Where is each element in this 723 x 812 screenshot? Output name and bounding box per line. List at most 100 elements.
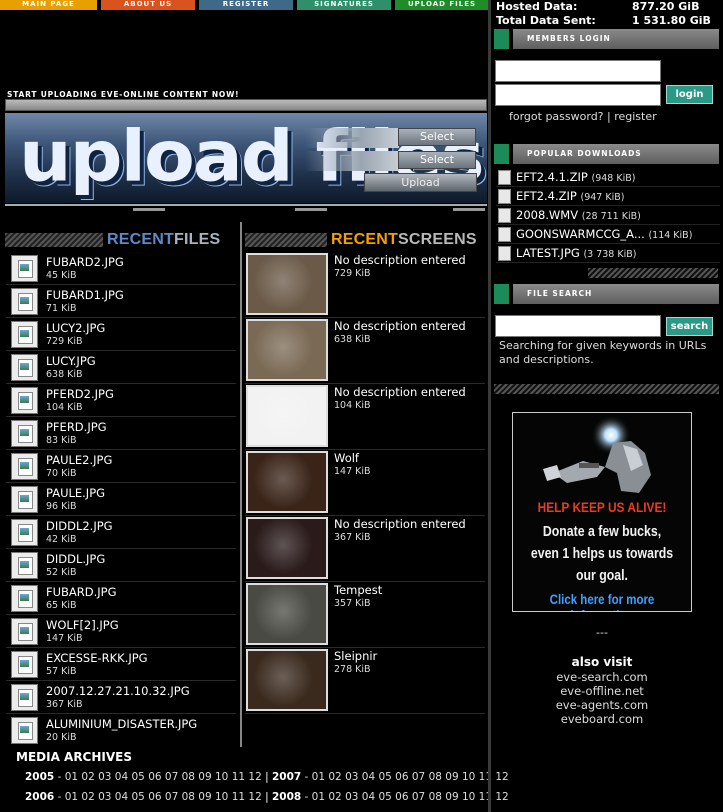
screen-description[interactable]: Tempest — [334, 583, 382, 597]
file-name[interactable]: ALUMINIUM_DISASTER.JPG — [46, 717, 197, 731]
download-name[interactable]: EFT2.4.ZIP — [516, 189, 577, 203]
upload-button[interactable]: Upload — [364, 173, 477, 192]
file-row[interactable]: FUBARD.JPG 65 KiB — [6, 582, 236, 615]
search-input[interactable] — [495, 315, 661, 337]
donate-banner[interactable]: HELP KEEP US ALIVE! Donate a few bucks, … — [512, 412, 692, 612]
login-button[interactable]: login — [666, 85, 713, 104]
download-row[interactable]: EFT2.4.ZIP (947 KiB) — [496, 187, 720, 206]
archive-months[interactable]: - 01 02 03 04 05 06 07 08 09 10 11 12 — [58, 771, 262, 783]
link-eve-search[interactable]: eve-search.com — [492, 670, 712, 684]
archive-months[interactable]: - 01 02 03 04 05 06 07 08 09 10 11 12 — [305, 771, 509, 783]
link-eve-offline[interactable]: eve-offline.net — [492, 684, 712, 698]
sidebar: Hosted Data: 877.20 GiB Total Data Sent:… — [492, 0, 723, 812]
link-eve-agents[interactable]: eve-agents.com — [492, 698, 712, 712]
file-row[interactable]: PAULE.JPG 96 KiB — [6, 483, 236, 516]
file-name[interactable]: 2007.12.27.21.10.32.JPG — [46, 684, 190, 698]
file-row[interactable]: FUBARD2.JPG 45 KiB — [6, 252, 236, 285]
download-link[interactable]: LATEST.JPG (3 738 KiB) — [516, 246, 636, 260]
download-link[interactable]: GOONSWARMCCG_A... (114 KiB) — [516, 227, 692, 241]
download-name[interactable]: LATEST.JPG — [516, 246, 580, 260]
file-row[interactable]: LUCY2.JPG 729 KiB — [6, 318, 236, 351]
file-name[interactable]: LUCY.JPG — [46, 354, 96, 368]
screenshot-thumbnail[interactable] — [246, 253, 328, 315]
archive-year-2008[interactable]: 2008 — [272, 791, 301, 803]
download-link[interactable]: 2008.WMV (28 711 KiB) — [516, 208, 641, 222]
file-row[interactable]: PFERD.JPG 83 KiB — [6, 417, 236, 450]
file-name[interactable]: WOLF[2].JPG — [46, 618, 119, 632]
screen-description[interactable]: No description entered — [334, 517, 466, 531]
screen-row[interactable]: Wolf 147 KiB — [245, 450, 485, 516]
file-name[interactable]: FUBARD.JPG — [46, 585, 117, 599]
file-name[interactable]: EXCESSE-RKK.JPG — [46, 651, 148, 665]
download-link[interactable]: EFT2.4.ZIP (947 KiB) — [516, 189, 624, 203]
file-path-field-1[interactable] — [305, 128, 399, 148]
link-eveboard[interactable]: eveboard.com — [492, 712, 712, 726]
screen-row[interactable]: No description entered 729 KiB — [245, 252, 485, 318]
image-file-icon — [11, 420, 38, 447]
file-row[interactable]: 2007.12.27.21.10.32.JPG 367 KiB — [6, 681, 236, 714]
file-row[interactable]: LUCY.JPG 638 KiB — [6, 351, 236, 384]
download-name[interactable]: 2008.WMV — [516, 208, 578, 222]
screenshot-thumbnail[interactable] — [246, 451, 328, 513]
file-row[interactable]: DIDDL2.JPG 42 KiB — [6, 516, 236, 549]
forgot-password-link[interactable]: forgot password? — [509, 110, 604, 123]
donate-more-info-link[interactable]: Click here for more information — [529, 591, 675, 611]
archive-year-2005[interactable]: 2005 — [25, 771, 54, 783]
screenshot-thumbnail[interactable] — [246, 319, 328, 381]
screenshot-thumbnail[interactable] — [246, 385, 328, 447]
file-name[interactable]: DIDDL2.JPG — [46, 519, 113, 533]
screen-description[interactable]: No description entered — [334, 319, 466, 333]
select-button-2[interactable]: Select — [398, 151, 476, 169]
archive-months[interactable]: - 01 02 03 04 05 06 07 08 09 10 11 12 — [58, 791, 262, 803]
archive-year-2006[interactable]: 2006 — [25, 791, 54, 803]
file-row[interactable]: PFERD2.JPG 104 KiB — [6, 384, 236, 417]
tab-upload-files[interactable]: UPLOAD FILES — [395, 0, 489, 12]
screen-description[interactable]: Sleipnir — [334, 649, 377, 663]
file-name[interactable]: DIDDL.JPG — [46, 552, 105, 566]
file-row[interactable]: ALUMINIUM_DISASTER.JPG 20 KiB — [6, 714, 236, 747]
download-link[interactable]: EFT2.4.1.ZIP (948 KiB) — [516, 170, 635, 184]
register-link[interactable]: register — [614, 110, 656, 123]
file-row[interactable]: FUBARD1.JPG 71 KiB — [6, 285, 236, 318]
download-name[interactable]: GOONSWARMCCG_A... — [516, 227, 645, 241]
file-row[interactable]: DIDDL.JPG 52 KiB — [6, 549, 236, 582]
file-name[interactable]: LUCY2.JPG — [46, 321, 105, 335]
screen-row[interactable]: Tempest 357 KiB — [245, 582, 485, 648]
tab-main-page[interactable]: MAIN PAGE — [0, 0, 97, 12]
screen-row[interactable]: No description entered 367 KiB — [245, 516, 485, 582]
screenshot-thumbnail[interactable] — [246, 517, 328, 579]
file-name[interactable]: PAULE.JPG — [46, 486, 105, 500]
file-path-field-2[interactable] — [305, 151, 399, 171]
screen-description[interactable]: Wolf — [334, 451, 359, 465]
download-row[interactable]: EFT2.4.1.ZIP (948 KiB) — [496, 168, 720, 187]
tab-signatures[interactable]: SIGNATURES — [297, 0, 391, 12]
screen-row[interactable]: No description entered 638 KiB — [245, 318, 485, 384]
archive-months[interactable]: - 01 02 03 04 05 06 07 08 09 10 11 12 — [305, 791, 509, 803]
file-name[interactable]: PAULE2.JPG — [46, 453, 112, 467]
file-name[interactable]: FUBARD2.JPG — [46, 255, 124, 269]
screen-description[interactable]: No description entered — [334, 385, 466, 399]
screenshot-thumbnail[interactable] — [246, 649, 328, 711]
screen-description[interactable]: No description entered — [334, 253, 466, 267]
screenshot-thumbnail[interactable] — [246, 583, 328, 645]
screen-row[interactable]: No description entered 104 KiB — [245, 384, 485, 450]
file-name[interactable]: PFERD2.JPG — [46, 387, 114, 401]
download-row[interactable]: LATEST.JPG (3 738 KiB) — [496, 244, 720, 263]
file-row[interactable]: EXCESSE-RKK.JPG 57 KiB — [6, 648, 236, 681]
file-name[interactable]: FUBARD1.JPG — [46, 288, 124, 302]
search-button[interactable]: search — [666, 317, 713, 336]
tab-about-us[interactable]: ABOUT US — [101, 0, 195, 12]
tab-register[interactable]: REGISTER — [199, 0, 293, 12]
select-button-1[interactable]: Select — [398, 128, 476, 146]
password-input[interactable] — [495, 84, 661, 106]
screen-row[interactable]: Sleipnir 278 KiB — [245, 648, 485, 714]
file-row[interactable]: PAULE2.JPG 70 KiB — [6, 450, 236, 483]
download-row[interactable]: GOONSWARMCCG_A... (114 KiB) — [496, 225, 720, 244]
archive-year-2007[interactable]: 2007 — [272, 771, 301, 783]
download-name[interactable]: EFT2.4.1.ZIP — [516, 170, 588, 184]
file-name[interactable]: PFERD.JPG — [46, 420, 107, 434]
file-row[interactable]: WOLF[2].JPG 147 KiB — [6, 615, 236, 648]
download-row[interactable]: 2008.WMV (28 711 KiB) — [496, 206, 720, 225]
archive-separator: | — [261, 771, 272, 783]
username-input[interactable] — [495, 60, 661, 82]
